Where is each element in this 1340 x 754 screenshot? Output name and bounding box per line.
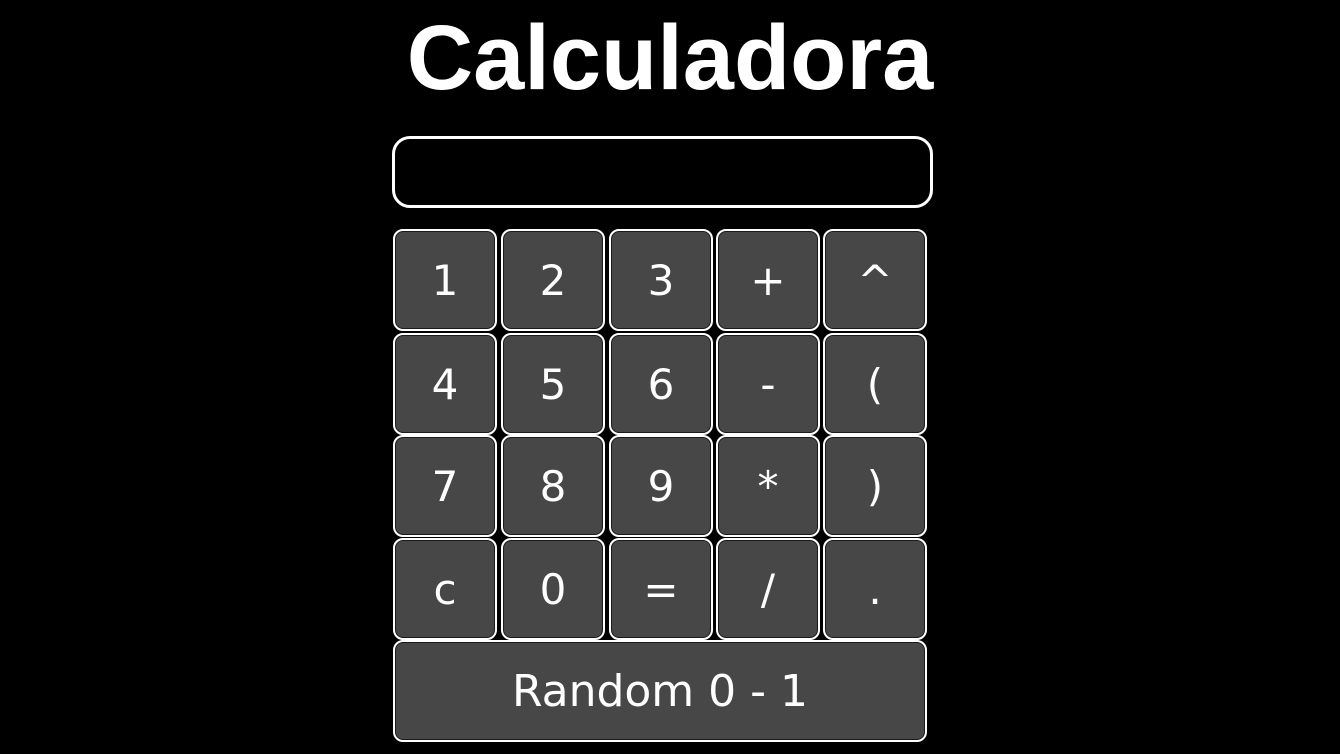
key-3[interactable]: 3	[609, 229, 713, 331]
key-multiply[interactable]: *	[716, 435, 820, 537]
key-close-paren[interactable]: )	[823, 435, 927, 537]
page-title: Calculadora	[406, 7, 934, 109]
calculator-display[interactable]	[392, 136, 933, 208]
random-button[interactable]: Random 0 - 1	[393, 640, 927, 742]
key-decimal[interactable]: .	[823, 538, 927, 640]
key-4[interactable]: 4	[393, 333, 497, 435]
key-2[interactable]: 2	[501, 229, 605, 331]
key-equals[interactable]: =	[609, 538, 713, 640]
key-6[interactable]: 6	[609, 333, 713, 435]
key-power[interactable]: ^	[823, 229, 927, 331]
key-9[interactable]: 9	[609, 435, 713, 537]
key-0[interactable]: 0	[501, 538, 605, 640]
key-clear[interactable]: c	[393, 538, 497, 640]
key-1[interactable]: 1	[393, 229, 497, 331]
key-5[interactable]: 5	[501, 333, 605, 435]
keypad: 1 2 3 + ^ 4 5 6 - ( 7 8 9 * ) c 0 = / . …	[392, 228, 928, 744]
key-8[interactable]: 8	[501, 435, 605, 537]
key-7[interactable]: 7	[393, 435, 497, 537]
key-divide[interactable]: /	[716, 538, 820, 640]
key-open-paren[interactable]: (	[823, 333, 927, 435]
key-minus[interactable]: -	[716, 333, 820, 435]
key-plus[interactable]: +	[716, 229, 820, 331]
